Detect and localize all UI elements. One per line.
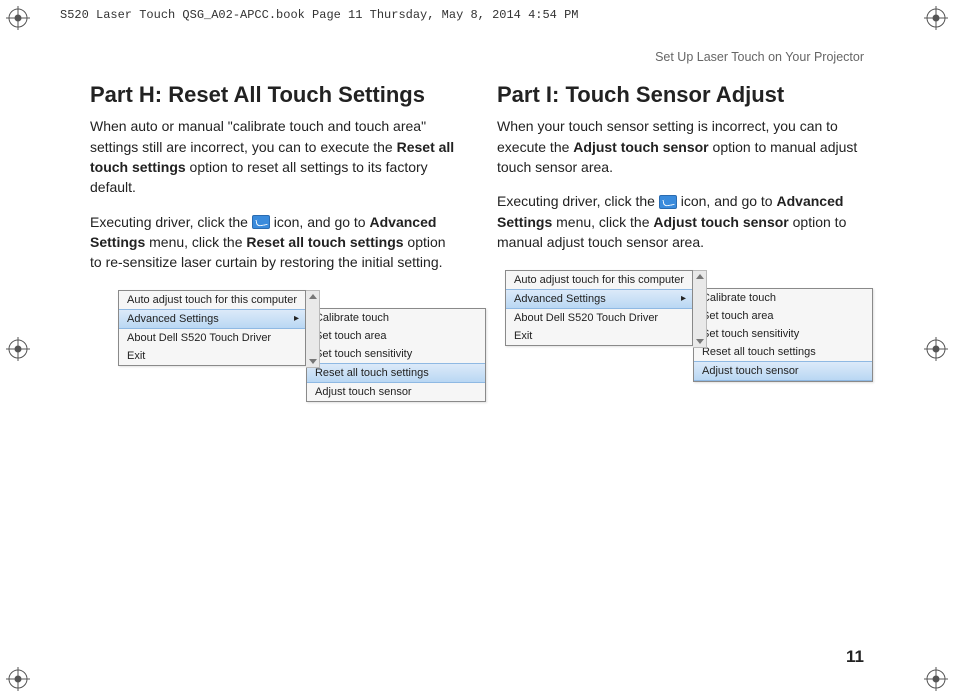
registration-mark-icon — [924, 337, 948, 361]
scrollbar-icon — [306, 290, 320, 368]
part-i-paragraph-1: When your touch sensor setting is incorr… — [497, 116, 864, 177]
submenu-item-reset-all[interactable]: Reset all touch settings — [307, 363, 485, 383]
menu-screenshot-adjust: Auto adjust touch for this computer Adva… — [505, 270, 707, 348]
column-right: Part I: Touch Sensor Adjust When your to… — [497, 82, 864, 368]
submenu-item[interactable]: Adjust touch sensor — [307, 383, 485, 401]
driver-tray-icon — [659, 195, 677, 209]
context-menu-sub: Calibrate touch Set touch area Set touch… — [306, 308, 486, 402]
context-menu-main: Auto adjust touch for this computer Adva… — [505, 270, 693, 346]
submenu-item[interactable]: Set touch sensitivity — [694, 325, 872, 343]
scrollbar-icon — [693, 270, 707, 348]
menu-screenshot-reset: Auto adjust touch for this computer Adva… — [118, 290, 320, 368]
context-menu-sub: Calibrate touch Set touch area Set touch… — [693, 288, 873, 382]
part-h-title: Part H: Reset All Touch Settings — [90, 82, 457, 108]
submenu-arrow-icon: ▸ — [681, 293, 686, 304]
submenu-item-adjust-sensor[interactable]: Adjust touch sensor — [694, 361, 872, 381]
driver-tray-icon — [252, 215, 270, 229]
part-h-paragraph-2: Executing driver, click the icon, and go… — [90, 212, 457, 273]
submenu-item[interactable]: Set touch area — [307, 327, 485, 345]
column-left: Part H: Reset All Touch Settings When au… — [90, 82, 457, 368]
submenu-item[interactable]: Calibrate touch — [694, 289, 872, 307]
submenu-arrow-icon: ▸ — [294, 313, 299, 324]
menu-item[interactable]: About Dell S520 Touch Driver — [119, 329, 305, 347]
registration-mark-icon — [924, 6, 948, 30]
running-header: Set Up Laser Touch on Your Projector — [90, 50, 864, 64]
submenu-item[interactable]: Set touch sensitivity — [307, 345, 485, 363]
menu-item[interactable]: About Dell S520 Touch Driver — [506, 309, 692, 327]
menu-item-advanced-settings[interactable]: Advanced Settings▸ — [506, 289, 692, 309]
registration-mark-icon — [6, 6, 30, 30]
book-meta-line: S520 Laser Touch QSG_A02-APCC.book Page … — [60, 8, 578, 22]
submenu-item[interactable]: Set touch area — [694, 307, 872, 325]
menu-item[interactable]: Auto adjust touch for this computer — [506, 271, 692, 289]
menu-item-advanced-settings[interactable]: Advanced Settings▸ — [119, 309, 305, 329]
submenu-item[interactable]: Reset all touch settings — [694, 343, 872, 361]
part-i-paragraph-2: Executing driver, click the icon, and go… — [497, 191, 864, 252]
part-h-paragraph-1: When auto or manual "calibrate touch and… — [90, 116, 457, 197]
registration-mark-icon — [6, 337, 30, 361]
registration-mark-icon — [6, 667, 30, 691]
submenu-item[interactable]: Calibrate touch — [307, 309, 485, 327]
menu-item[interactable]: Auto adjust touch for this computer — [119, 291, 305, 309]
page-number: 11 — [846, 647, 864, 667]
part-i-title: Part I: Touch Sensor Adjust — [497, 82, 864, 108]
menu-item[interactable]: Exit — [506, 327, 692, 345]
menu-item[interactable]: Exit — [119, 347, 305, 365]
context-menu-main: Auto adjust touch for this computer Adva… — [118, 290, 306, 366]
registration-mark-icon — [924, 667, 948, 691]
